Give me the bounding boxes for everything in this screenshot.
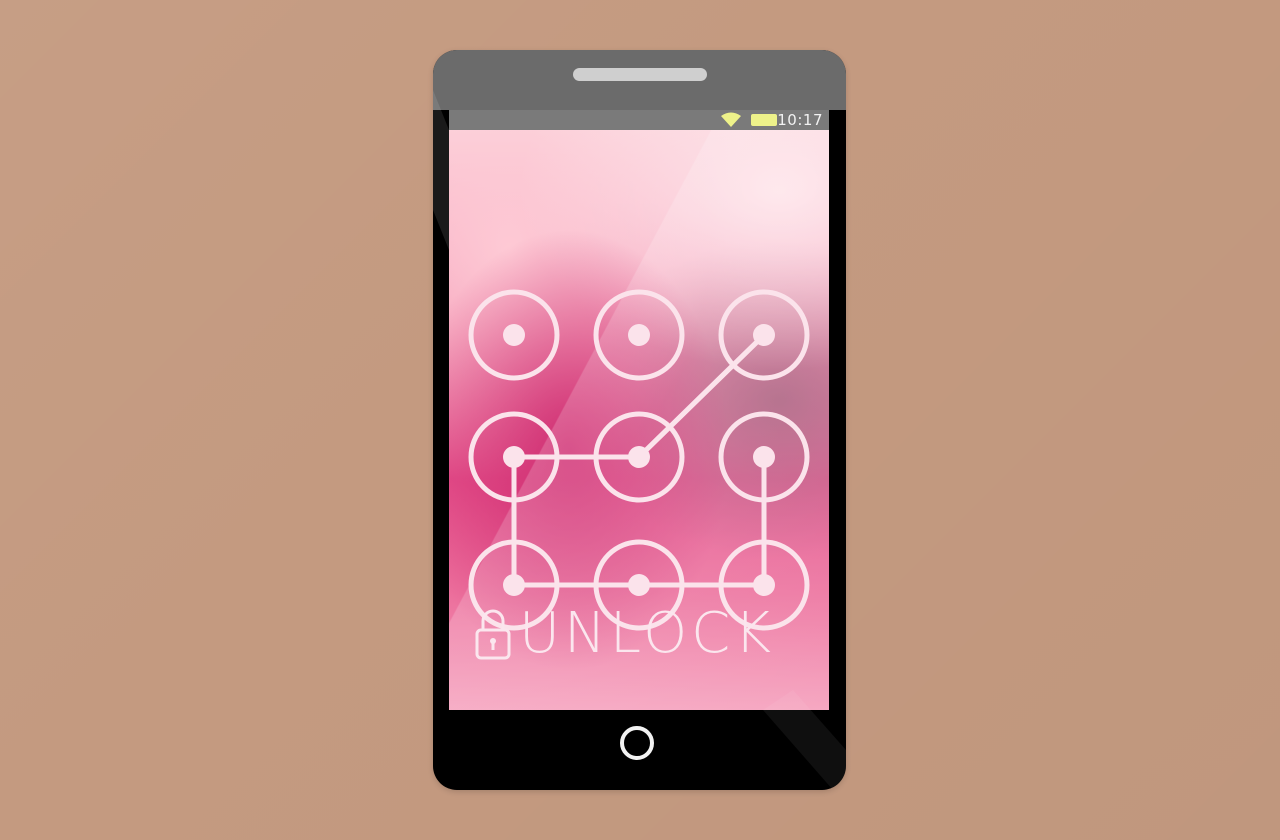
speaker-grille bbox=[573, 68, 707, 81]
padlock-icon bbox=[475, 609, 511, 660]
pattern-dot-4 bbox=[503, 446, 525, 468]
lock-screen[interactable]: UNLOCK bbox=[449, 130, 829, 710]
pattern-dot-9 bbox=[753, 574, 775, 596]
status-time: 10:17 bbox=[777, 111, 823, 129]
pattern-dot-6 bbox=[753, 446, 775, 468]
wifi-icon bbox=[721, 112, 741, 127]
pattern-dot-8 bbox=[628, 574, 650, 596]
pattern-dot-7 bbox=[503, 574, 525, 596]
home-button[interactable] bbox=[620, 726, 654, 760]
pattern-dot-1 bbox=[503, 324, 525, 346]
unlock-label-row: UNLOCK bbox=[475, 602, 815, 666]
unlock-label: UNLOCK bbox=[519, 601, 775, 666]
pattern-dot-3 bbox=[753, 324, 775, 346]
phone-device: 10:17 UNLOCK bbox=[433, 50, 846, 790]
pattern-path-diagonal bbox=[636, 332, 767, 460]
pattern-dot-2 bbox=[628, 324, 650, 346]
pattern-dot-5 bbox=[628, 446, 650, 468]
phone-top-bezel bbox=[433, 50, 846, 110]
status-bar: 10:17 bbox=[449, 110, 829, 130]
battery-icon bbox=[751, 114, 777, 126]
